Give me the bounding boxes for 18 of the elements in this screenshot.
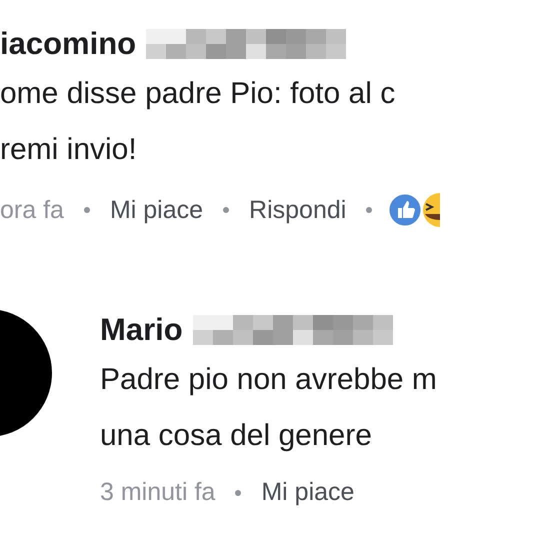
separator-dot	[84, 207, 90, 213]
avatar[interactable]	[0, 308, 52, 438]
like-link[interactable]: Mi piace	[110, 196, 204, 224]
author-name[interactable]: Mario	[100, 312, 183, 348]
reply-link[interactable]: Rispondi	[249, 196, 346, 224]
laughing-emoji-icon[interactable]	[422, 192, 440, 228]
timestamp: 3 minuti fa	[100, 478, 216, 507]
like-link[interactable]: Mi piace	[261, 478, 354, 507]
comment-text: Padre pio non avrebbe m	[100, 362, 437, 398]
thumbs-up-icon[interactable]	[388, 193, 422, 227]
comment-text: una cosa del genere	[100, 418, 373, 454]
comment-text: remi invio!	[0, 132, 138, 168]
comment-text: ome disse padre Pio: foto al c	[0, 76, 396, 112]
timestamp: ora fa	[0, 196, 64, 224]
author-name[interactable]: iacomino	[0, 26, 136, 62]
separator-dot	[223, 207, 230, 213]
separator-dot	[366, 207, 372, 213]
separator-dot	[235, 490, 242, 496]
